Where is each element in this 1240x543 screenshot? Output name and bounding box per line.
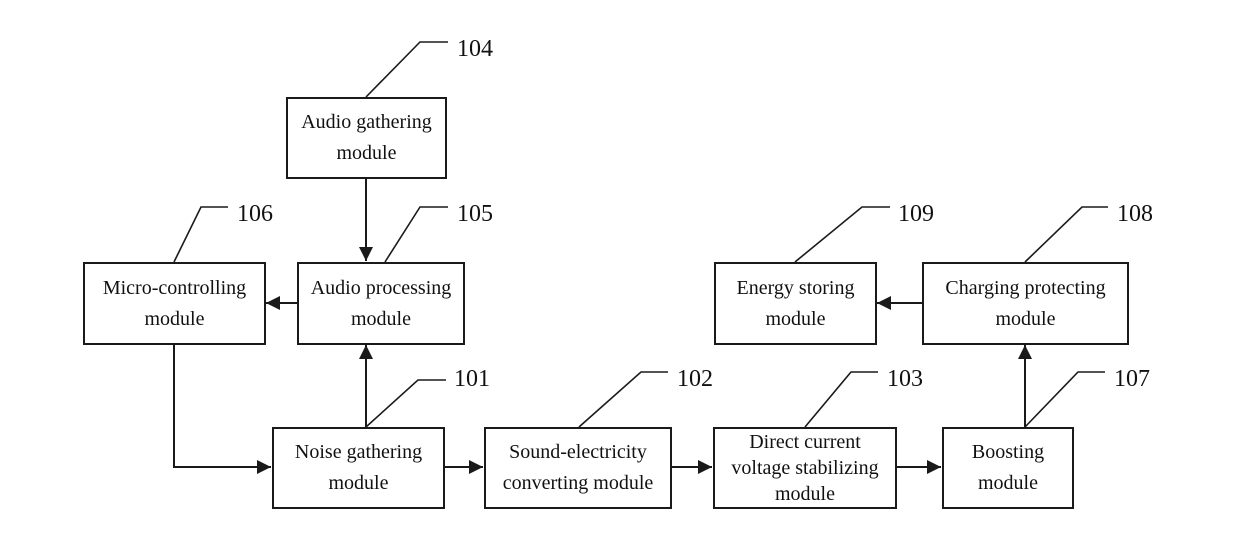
ref-numeral-104: 104	[457, 36, 493, 62]
module-label-line: module	[328, 472, 389, 494]
leader-line-107	[1024, 371, 1105, 428]
module-label-line: Charging protecting	[945, 276, 1106, 299]
audio-processing-module: Audio processing module	[297, 262, 465, 345]
module-label-line: Boosting	[971, 441, 1045, 463]
leader-line-106	[173, 206, 228, 263]
module-label-line: module	[978, 472, 1038, 494]
ref-numeral-108: 108	[1117, 201, 1153, 227]
module-label-line: Noise gathering	[294, 441, 423, 463]
module-label-line: voltage stabilizing	[731, 457, 879, 479]
module-label-line: converting module	[502, 472, 654, 494]
audio-gathering-module: Audio gathering module	[286, 97, 447, 179]
module-label-line: module	[336, 142, 397, 164]
leader-line-105	[384, 206, 448, 263]
module-label-line: Energy storing	[736, 276, 855, 299]
module-label-line: module	[144, 307, 205, 330]
ref-numeral-101: 101	[454, 366, 490, 392]
boosting-module: Boosting module	[942, 427, 1074, 509]
leader-line-103	[804, 371, 878, 428]
module-label-line: Sound-electricity	[509, 441, 647, 463]
dc-voltage-stabilizing-module: Direct current voltage stabilizing modul…	[713, 427, 897, 509]
module-label-line: Audio gathering	[301, 111, 432, 133]
leader-line-108	[1024, 206, 1108, 263]
leader-line-102	[578, 371, 668, 428]
leader-line-101	[365, 379, 446, 428]
ref-numeral-106: 106	[237, 201, 273, 227]
ref-numeral-107: 107	[1114, 366, 1150, 392]
ref-numeral-105: 105	[457, 201, 493, 227]
ref-numeral-103: 103	[887, 366, 923, 392]
ref-numeral-102: 102	[677, 366, 713, 392]
arrow-106-to-101	[173, 344, 271, 474]
module-label-line: module	[775, 483, 835, 505]
leader-line-109	[794, 206, 890, 263]
energy-storing-module: Energy storing module	[714, 262, 877, 345]
sound-electricity-converting-module: Sound-electricity converting module	[484, 427, 672, 509]
leader-line-104	[365, 41, 448, 98]
module-label-line: Audio processing	[310, 276, 452, 299]
module-label-line: module	[995, 307, 1056, 330]
micro-controlling-module: Micro-controlling module	[83, 262, 266, 345]
module-label-line: Direct current	[749, 431, 861, 453]
ref-numeral-109: 109	[898, 201, 934, 227]
module-label-line: Micro-controlling	[102, 276, 247, 299]
module-label-line: module	[765, 307, 826, 330]
module-label-line: module	[351, 307, 411, 330]
noise-gathering-module: Noise gathering module	[272, 427, 445, 509]
charging-protecting-module: Charging protecting module	[922, 262, 1129, 345]
